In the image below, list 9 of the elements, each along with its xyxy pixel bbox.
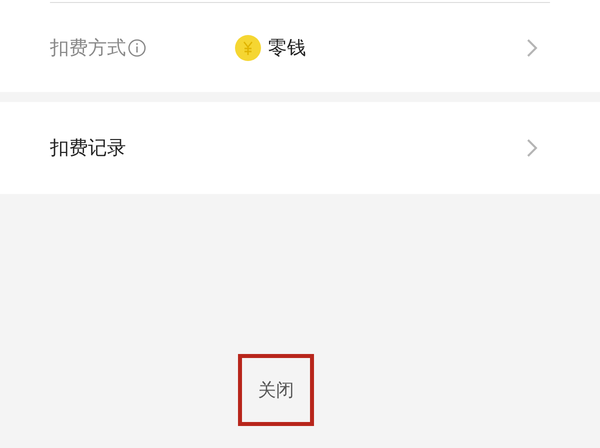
coin-icon <box>234 34 262 62</box>
settings-row[interactable]: 扣费记录 <box>0 102 600 194</box>
payment-method-value: 零钱 <box>268 36 306 61</box>
row-label: 扣费方式 <box>50 36 126 61</box>
chevron-right-icon <box>526 38 538 58</box>
chevron-right-icon <box>526 138 538 158</box>
close-button[interactable]: 关闭 <box>238 354 314 426</box>
info-icon[interactable] <box>128 39 146 57</box>
row-label: 扣费记录 <box>50 136 126 161</box>
